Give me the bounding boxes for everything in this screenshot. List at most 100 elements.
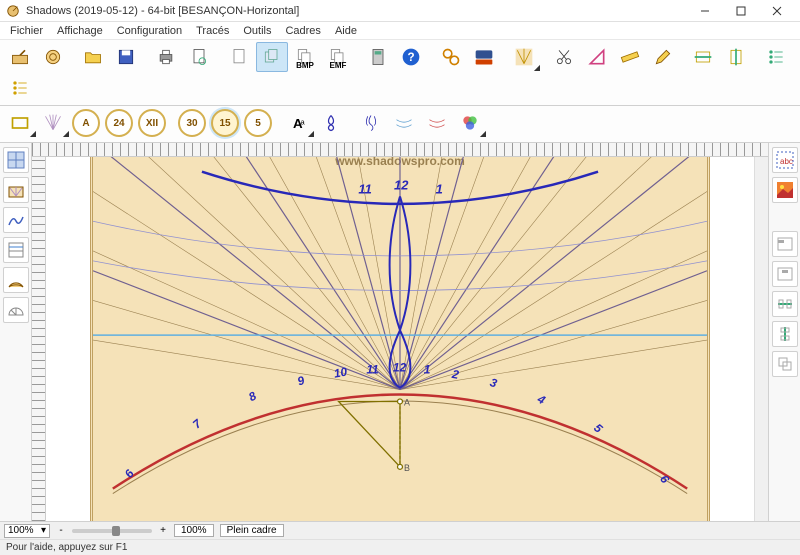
print-preview-button[interactable] (183, 42, 215, 72)
hour-label-1-top: 1 (436, 181, 443, 196)
text-frame-button[interactable]: abc (772, 147, 798, 173)
left-toolbar (0, 143, 32, 521)
pencil-tool-button[interactable] (647, 42, 679, 72)
view-table-button[interactable] (3, 237, 29, 263)
menu-aide[interactable]: Aide (329, 24, 363, 38)
distribute-h-button[interactable] (772, 291, 798, 317)
multi-document-button[interactable] (256, 42, 288, 72)
svg-text:3: 3 (488, 375, 499, 390)
calculator-button[interactable] (362, 42, 394, 72)
svg-text:7: 7 (190, 416, 205, 432)
zoom-slider[interactable] (72, 529, 152, 533)
close-button[interactable] (760, 1, 794, 21)
sunrays-button[interactable]: ◢ (508, 42, 540, 72)
rays-fan-button[interactable]: ◢ (37, 108, 69, 138)
hour-label-11-top: 11 (358, 181, 371, 196)
svg-text:8: 8 (246, 388, 259, 404)
menu-configuration[interactable]: Configuration (111, 24, 188, 38)
ruler-tool-button[interactable] (614, 42, 646, 72)
style-xii-button[interactable]: XII (138, 109, 166, 137)
gnomon-point-a: A (404, 397, 410, 407)
zoom-reset-button[interactable]: 100% (174, 524, 214, 537)
zoom-combo[interactable]: 100%▾ (4, 524, 50, 538)
align-left-button[interactable] (772, 231, 798, 257)
full-frame-button[interactable]: Plein cadre (220, 524, 284, 537)
canvas[interactable]: www.shadowspro.com (46, 157, 754, 521)
menubar: Fichier Affichage Configuration Tracés O… (0, 22, 800, 40)
minimize-button[interactable] (688, 1, 722, 21)
resize-h-button[interactable] (687, 42, 719, 72)
menu-cadres[interactable]: Cadres (279, 24, 326, 38)
toolbar-secondary: ◢ ◢ A 24 XII 30 15 5 Aa◢ ◢ (0, 106, 800, 143)
svg-text:6: 6 (657, 472, 672, 486)
distribute-v-button[interactable] (772, 321, 798, 347)
align-center-button[interactable] (772, 261, 798, 287)
image-frame-button[interactable] (772, 177, 798, 203)
svg-text:12: 12 (393, 361, 407, 375)
arcs-red-button[interactable] (421, 108, 453, 138)
new-astrolabe-button[interactable] (37, 42, 69, 72)
statusbar: 100%▾ - + 100% Plein cadre (0, 521, 800, 539)
copy-emf-button[interactable]: EMF (322, 42, 354, 72)
paypal-button[interactable] (468, 42, 500, 72)
ruler-horizontal (32, 143, 768, 157)
svg-text:10: 10 (333, 364, 349, 380)
work-area: www.shadowspro.com (0, 143, 800, 521)
analemma-single-button[interactable] (315, 108, 347, 138)
right-toolbar: abc (768, 143, 800, 521)
help-button[interactable]: ? (395, 42, 427, 72)
print-button[interactable] (150, 42, 182, 72)
settings-button[interactable] (435, 42, 467, 72)
titlebar: Shadows (2019-05-12) - 64-bit [BESANÇON-… (0, 0, 800, 22)
svg-text:abc: abc (780, 157, 793, 166)
hour-label-12-top: 12 (394, 178, 409, 193)
app-icon (6, 4, 20, 18)
view-graph-button[interactable] (3, 207, 29, 233)
font-button[interactable]: Aa◢ (282, 108, 314, 138)
layers-yellow-button[interactable] (4, 73, 36, 103)
cut-button[interactable] (548, 42, 580, 72)
interval-5-button[interactable]: 5 (244, 109, 272, 137)
window-title: Shadows (2019-05-12) - 64-bit [BESANÇON-… (26, 5, 688, 17)
style-24-button[interactable]: 24 (105, 109, 133, 137)
triangle-tool-button[interactable] (581, 42, 613, 72)
group-button[interactable] (772, 351, 798, 377)
maximize-button[interactable] (724, 1, 758, 21)
view-globe-button[interactable] (3, 267, 29, 293)
sundial-drawing: www.shadowspro.com (90, 157, 710, 521)
layers-green-button[interactable] (760, 42, 792, 72)
gnomon-point-b: B (404, 463, 410, 473)
ruler-vertical (32, 157, 46, 521)
arcs-blue-button[interactable] (388, 108, 420, 138)
svg-text:2: 2 (450, 367, 460, 382)
svg-text:4: 4 (534, 391, 548, 407)
svg-text:?: ? (407, 51, 414, 64)
view-3d-button[interactable] (3, 177, 29, 203)
menu-affichage[interactable]: Affichage (51, 24, 109, 38)
interval-15-button[interactable]: 15 (211, 109, 239, 137)
save-button[interactable] (110, 42, 142, 72)
interval-30-button[interactable]: 30 (178, 109, 206, 137)
view-protractor-button[interactable] (3, 297, 29, 323)
frame-rect-button[interactable]: ◢ (4, 108, 36, 138)
svg-text:11: 11 (366, 363, 378, 377)
open-button[interactable] (77, 42, 109, 72)
scrollbar-vertical[interactable] (754, 157, 768, 521)
menu-outils[interactable]: Outils (237, 24, 277, 38)
resize-v-button[interactable] (720, 42, 752, 72)
svg-text:1: 1 (424, 363, 431, 377)
new-sundial-button[interactable] (4, 42, 36, 72)
svg-text:9: 9 (296, 373, 307, 388)
style-a-button[interactable]: A (72, 109, 100, 137)
svg-text:5: 5 (591, 421, 605, 436)
toolbar-main: BMP EMF ? ◢ (0, 40, 800, 106)
analemma-multi-button[interactable] (355, 108, 387, 138)
menu-traces[interactable]: Tracés (190, 24, 235, 38)
copy-bmp-button[interactable]: BMP (289, 42, 321, 72)
view-grid-button[interactable] (3, 147, 29, 173)
color-wheel-button[interactable]: ◢ (454, 108, 486, 138)
menu-fichier[interactable]: Fichier (4, 24, 49, 38)
svg-text:6: 6 (122, 467, 137, 481)
new-document-button[interactable] (223, 42, 255, 72)
svg-text:a: a (301, 118, 306, 127)
